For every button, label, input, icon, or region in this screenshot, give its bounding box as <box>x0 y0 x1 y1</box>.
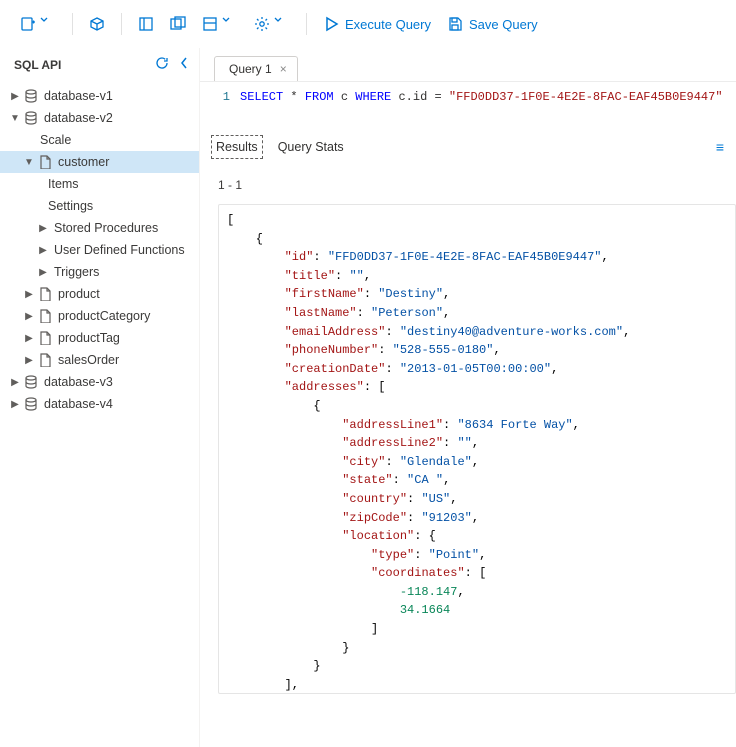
caret-right-icon: ▶ <box>24 289 34 300</box>
sidebar: SQL API ▶ database-v1 ▼ database-v2 <box>0 48 200 747</box>
container-item-productTag[interactable]: ▶productTag <box>0 327 199 349</box>
main: Query 1 × 1 SELECT * FROM c WHERE c.id =… <box>200 48 736 747</box>
sidebar-title: SQL API <box>14 58 61 72</box>
db-item-database-v2[interactable]: ▼ database-v2 <box>0 107 199 129</box>
database-icon <box>24 111 38 125</box>
collapse-icon[interactable] <box>179 56 189 73</box>
database-icon <box>24 397 38 411</box>
tab-query1[interactable]: Query 1 × <box>214 56 298 81</box>
db-label: database-v1 <box>42 89 113 103</box>
panel-icon <box>138 16 154 32</box>
caret-down-icon: ▼ <box>10 113 20 124</box>
cube-icon <box>89 16 105 32</box>
results-pane: Results Query Stats ≡ 1 - 1 [ { "id": "F… <box>200 132 736 694</box>
tab-query-stats[interactable]: Query Stats <box>276 138 346 156</box>
caret-down-icon: ▼ <box>24 157 34 168</box>
document-icon <box>38 353 52 367</box>
caret-right-icon: ▶ <box>24 355 34 366</box>
new-icon <box>20 16 36 32</box>
panel2-button[interactable] <box>164 12 192 36</box>
caret-right-icon: ▶ <box>24 311 34 322</box>
panel1-button[interactable] <box>132 12 160 36</box>
results-subtabs: Results Query Stats <box>214 138 346 156</box>
database-icon <box>24 375 38 389</box>
settings-item[interactable]: Settings <box>0 195 199 217</box>
caret-right-icon: ▶ <box>38 223 48 234</box>
document-icon <box>38 155 52 169</box>
sprocs-item[interactable]: ▶Stored Procedures <box>0 217 199 239</box>
container-item-productCategory[interactable]: ▶productCategory <box>0 305 199 327</box>
chevron-down-icon <box>40 16 56 32</box>
document-icon <box>38 309 52 323</box>
gear-icon <box>254 16 270 32</box>
caret-right-icon: ▶ <box>10 91 20 102</box>
container-item-product[interactable]: ▶product <box>0 283 199 305</box>
udfs-item[interactable]: ▶User Defined Functions <box>0 239 199 261</box>
execute-label: Execute Query <box>345 17 431 32</box>
settings-dropdown-button[interactable] <box>248 12 296 36</box>
db-item-database-v4[interactable]: ▶database-v4 <box>0 393 199 415</box>
tabs-bar: Query 1 × <box>200 48 736 82</box>
execute-query-button[interactable]: Execute Query <box>317 12 437 36</box>
chevron-down-icon <box>274 16 290 32</box>
db-item-database-v1[interactable]: ▶ database-v1 <box>0 85 199 107</box>
cube-button[interactable] <box>83 12 111 36</box>
toolbar: Execute Query Save Query <box>0 0 736 48</box>
db-label: database-v2 <box>42 111 113 125</box>
caret-right-icon: ▶ <box>10 399 20 410</box>
caret-right-icon: ▶ <box>24 333 34 344</box>
chevron-down-icon <box>222 16 238 32</box>
separator <box>306 13 307 35</box>
container-label: customer <box>56 155 109 169</box>
panel-dropdown-button[interactable] <box>196 12 244 36</box>
container-item-customer[interactable]: ▼ customer <box>0 151 199 173</box>
tab-label: Query 1 <box>229 62 272 76</box>
document-icon <box>38 287 52 301</box>
tree: ▶ database-v1 ▼ database-v2 Scale ▼ <box>0 81 199 415</box>
panel-split-icon <box>202 16 218 32</box>
document-icon <box>38 331 52 345</box>
sql-code: SELECT * FROM c WHERE c.id = "FFD0DD37-1… <box>240 90 736 104</box>
line-number: 1 <box>200 90 240 104</box>
caret-right-icon: ▶ <box>38 245 48 256</box>
separator <box>121 13 122 35</box>
save-label: Save Query <box>469 17 538 32</box>
database-icon <box>24 89 38 103</box>
triggers-item[interactable]: ▶Triggers <box>0 261 199 283</box>
new-button[interactable] <box>14 12 62 36</box>
save-icon <box>447 16 463 32</box>
db-item-database-v3[interactable]: ▶database-v3 <box>0 371 199 393</box>
save-query-button[interactable]: Save Query <box>441 12 544 36</box>
refresh-icon[interactable] <box>155 56 169 73</box>
separator <box>72 13 73 35</box>
scale-item[interactable]: Scale <box>0 129 199 151</box>
panels-icon <box>170 16 186 32</box>
grip-icon[interactable]: ≡ <box>716 139 726 155</box>
close-icon[interactable]: × <box>280 62 287 76</box>
sidebar-header: SQL API <box>0 48 199 81</box>
tab-results[interactable]: Results <box>214 138 260 156</box>
result-count: 1 - 1 <box>200 162 736 200</box>
scale-label: Scale <box>38 133 71 147</box>
results-json[interactable]: [ { "id": "FFD0DD37-1F0E-4E2E-8FAC-EAF45… <box>218 204 736 694</box>
caret-right-icon: ▶ <box>10 377 20 388</box>
play-icon <box>323 16 339 32</box>
caret-right-icon: ▶ <box>38 267 48 278</box>
container-item-salesOrder[interactable]: ▶salesOrder <box>0 349 199 371</box>
items-item[interactable]: Items <box>0 173 199 195</box>
sql-editor[interactable]: 1 SELECT * FROM c WHERE c.id = "FFD0DD37… <box>200 82 736 132</box>
